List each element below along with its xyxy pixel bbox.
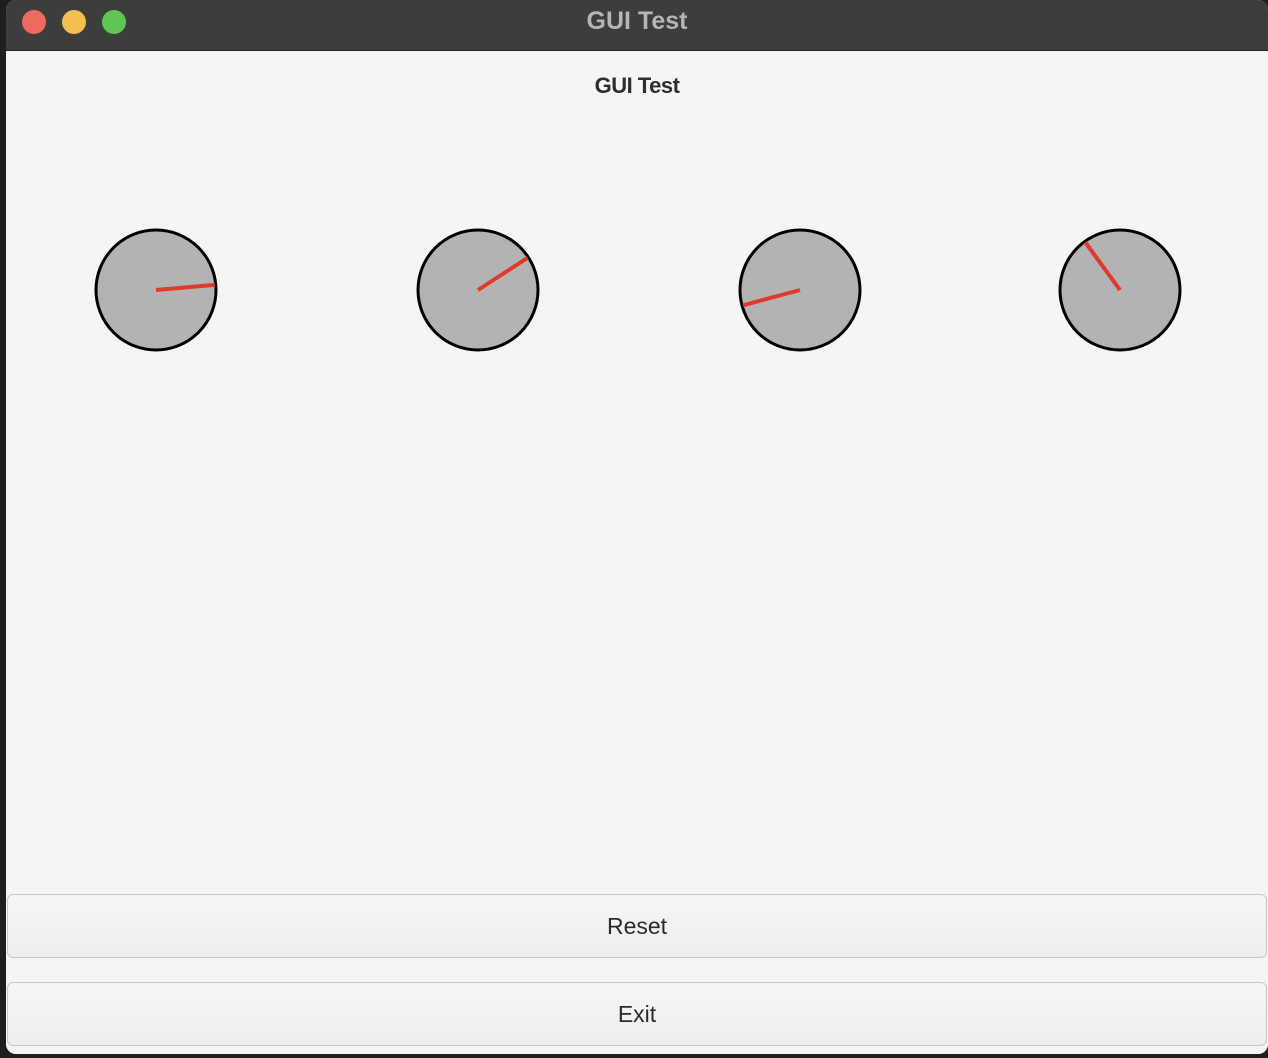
dial-2[interactable] bbox=[415, 227, 541, 353]
main-panel: GUI Test Reset Exit bbox=[6, 51, 1268, 1054]
app-window: GUI Test GUI Test Reset Exit bbox=[6, 0, 1268, 1054]
reset-button[interactable]: Reset bbox=[7, 894, 1267, 958]
page-title: GUI Test bbox=[594, 73, 680, 98]
title-bar[interactable]: GUI Test bbox=[6, 0, 1268, 51]
window-title: GUI Test bbox=[586, 7, 688, 35]
dial-4[interactable] bbox=[1057, 227, 1183, 353]
exit-button[interactable]: Exit bbox=[7, 982, 1267, 1046]
dial-1[interactable] bbox=[93, 227, 219, 353]
dial-3[interactable] bbox=[737, 227, 863, 353]
